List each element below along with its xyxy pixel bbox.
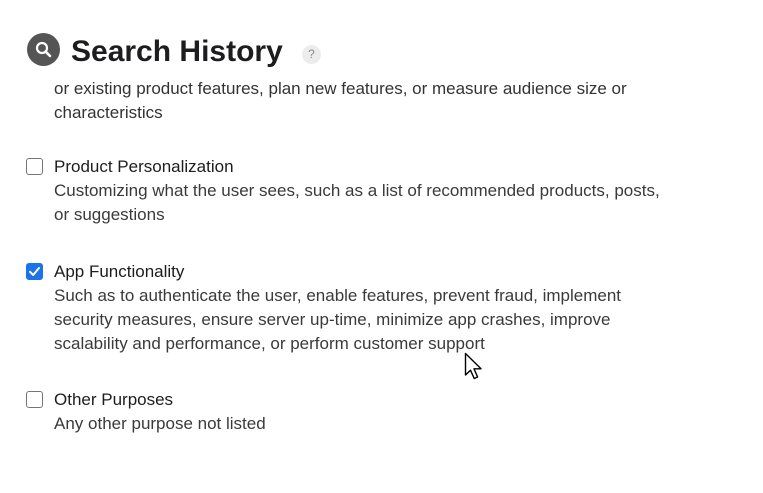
product-personalization-checkbox[interactable]: [26, 158, 43, 175]
description-line: security measures, ensure server up-time…: [54, 310, 611, 329]
description-line: or suggestions: [54, 205, 165, 224]
checkmark-icon: [29, 267, 40, 276]
option-title[interactable]: Product Personalization: [54, 155, 234, 179]
mouse-cursor-icon: [464, 352, 482, 380]
other-purposes-checkbox[interactable]: [26, 391, 43, 408]
description-line: Customizing what the user sees, such as …: [54, 181, 660, 200]
description-line: or existing product features, plan new f…: [54, 79, 627, 98]
magnifier-icon: [27, 33, 60, 66]
option-description: Any other purpose not listed: [54, 412, 729, 436]
help-icon[interactable]: ?: [302, 45, 321, 64]
previous-option-description: or existing product features, plan new f…: [54, 77, 734, 125]
option-title[interactable]: Other Purposes: [54, 388, 173, 412]
app-functionality-checkbox[interactable]: [26, 263, 43, 280]
description-line: characteristics: [54, 103, 163, 122]
description-line: Any other purpose not listed: [54, 414, 266, 433]
option-title[interactable]: App Functionality: [54, 260, 184, 284]
option-description: Customizing what the user sees, such as …: [54, 179, 729, 227]
page-title: Search History: [71, 35, 283, 68]
page-header: Search History ?: [0, 0, 763, 78]
description-line: scalability and performance, or perform …: [54, 334, 485, 353]
option-description: Such as to authenticate the user, enable…: [54, 284, 729, 356]
description-line: Such as to authenticate the user, enable…: [54, 286, 622, 305]
